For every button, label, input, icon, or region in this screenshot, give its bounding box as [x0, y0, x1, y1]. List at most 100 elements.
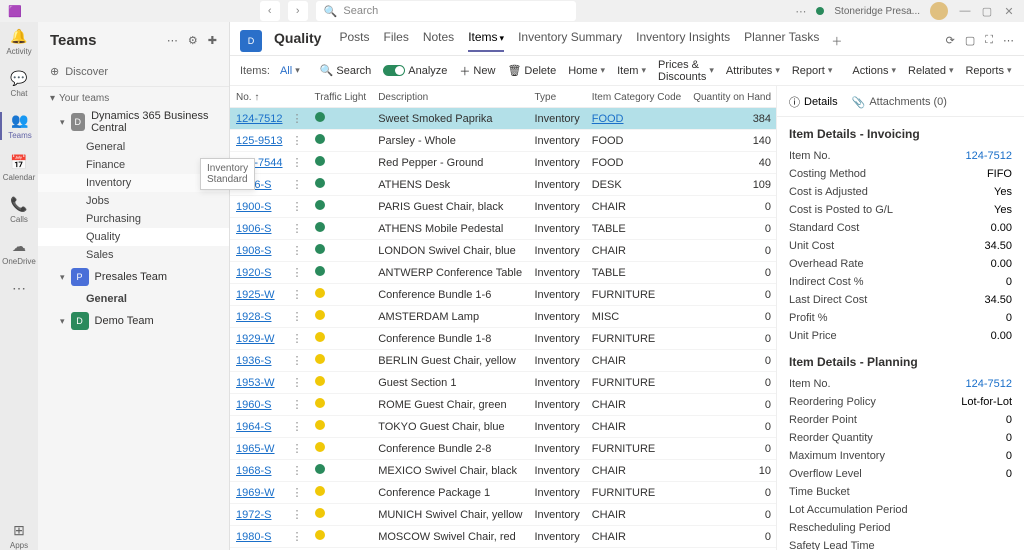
rail-onedrive[interactable]: ☁OneDrive — [2, 238, 36, 266]
table-row[interactable]: 1925-W⋮Conference Bundle 1-6InventoryFUR… — [230, 284, 776, 306]
channel-general[interactable]: General — [38, 290, 229, 308]
item-no-link[interactable]: 1920-S — [230, 262, 289, 284]
report-button[interactable]: Report▾ — [792, 65, 833, 77]
home-button[interactable]: Home▾ — [568, 65, 605, 77]
item-no-link[interactable]: 1908-S — [230, 240, 289, 262]
row-actions-icon[interactable]: ⋮ — [289, 416, 309, 438]
table-row[interactable]: 1964-S⋮TOKYO Guest Chair, blueInventoryC… — [230, 416, 776, 438]
col-header[interactable]: Type — [528, 86, 585, 108]
row-actions-icon[interactable]: ⋮ — [289, 350, 309, 372]
row-actions-icon[interactable]: ⋮ — [289, 108, 309, 130]
popout-icon[interactable]: ▢ — [965, 34, 975, 47]
tab-inventory-insights[interactable]: Inventory Insights — [636, 30, 730, 52]
table-row[interactable]: 1900-S⋮PARIS Guest Chair, blackInventory… — [230, 196, 776, 218]
team-demo-team[interactable]: ▾DDemo Team — [38, 308, 229, 334]
rail-more[interactable]: ⋯ — [12, 280, 26, 297]
item-no-link[interactable]: 1980-S — [230, 526, 289, 548]
table-row[interactable]: 129-7544⋮Red Pepper - GroundInventoryFOO… — [230, 152, 776, 174]
nav-back-button[interactable]: ‹ — [260, 1, 280, 21]
row-actions-icon[interactable]: ⋮ — [289, 504, 309, 526]
rail-calls[interactable]: 📞Calls — [10, 196, 28, 224]
table-row[interactable]: 1969-W⋮Conference Package 1InventoryFURN… — [230, 482, 776, 504]
detail-value[interactable]: 124-7512 — [966, 150, 1013, 162]
rail-calendar[interactable]: 📅Calendar — [3, 154, 35, 182]
table-row[interactable]: 1960-S⋮ROME Guest Chair, greenInventoryC… — [230, 394, 776, 416]
table-row[interactable]: 1908-S⋮LONDON Swivel Chair, blueInventor… — [230, 240, 776, 262]
channel-sales[interactable]: Sales — [38, 246, 229, 264]
discover-button[interactable]: ⊕ Discover — [38, 57, 229, 87]
delete-button[interactable]: 🗑Delete — [507, 64, 556, 77]
rail-teams[interactable]: 👥Teams — [0, 112, 38, 140]
table-row[interactable]: 1929-W⋮Conference Bundle 1-8InventoryFUR… — [230, 328, 776, 350]
item-no-link[interactable]: 1900-S — [230, 196, 289, 218]
item-no-link[interactable]: 1972-S — [230, 504, 289, 526]
detail-value[interactable]: 124-7512 — [966, 378, 1013, 390]
filter-icon[interactable]: ⚙ — [188, 34, 198, 47]
item-no-link[interactable]: 1936-S — [230, 350, 289, 372]
more-icon[interactable]: ⋯ — [795, 5, 806, 18]
row-actions-icon[interactable]: ⋮ — [289, 438, 309, 460]
col-header[interactable] — [289, 86, 309, 108]
new-button[interactable]: ＋New — [459, 63, 495, 79]
team-dynamics-365-business-central[interactable]: ▾DDynamics 365 Business Central — [38, 106, 229, 138]
col-header[interactable]: Description — [372, 86, 528, 108]
tab-posts[interactable]: Posts — [339, 30, 369, 52]
item-no-link[interactable]: 1969-W — [230, 482, 289, 504]
tab-items[interactable]: Items▾ — [468, 30, 504, 52]
channel-general[interactable]: General — [38, 138, 229, 156]
item-no-link[interactable]: 1968-S — [230, 460, 289, 482]
avatar[interactable] — [930, 2, 948, 20]
refresh-icon[interactable]: ⟳ — [946, 34, 955, 47]
new-team-icon[interactable]: ✚ — [208, 34, 217, 47]
item-no-link[interactable]: 1925-W — [230, 284, 289, 306]
item-no-link[interactable]: 1928-S — [230, 306, 289, 328]
search-input[interactable]: 🔍 Search — [316, 1, 576, 21]
item-button[interactable]: Item▾ — [617, 65, 646, 77]
row-actions-icon[interactable]: ⋮ — [289, 262, 309, 284]
row-actions-icon[interactable]: ⋮ — [289, 328, 309, 350]
item-no-link[interactable]: 1964-S — [230, 416, 289, 438]
window-min-button[interactable]: — — [958, 5, 972, 18]
item-no-link[interactable]: 1960-S — [230, 394, 289, 416]
actions-button[interactable]: Actions▾ — [852, 65, 896, 77]
add-tab-button[interactable]: ＋ — [831, 33, 842, 49]
tab-planner-tasks[interactable]: Planner Tasks — [744, 30, 819, 52]
tab-inventory-summary[interactable]: Inventory Summary — [518, 30, 622, 52]
nav-forward-button[interactable]: › — [288, 1, 308, 21]
item-no-link[interactable]: 1929-W — [230, 328, 289, 350]
table-row[interactable]: 1953-W⋮Guest Section 1InventoryFURNITURE… — [230, 372, 776, 394]
rail-apps[interactable]: ⊞Apps — [10, 522, 28, 550]
item-no-link[interactable]: 1953-W — [230, 372, 289, 394]
table-row[interactable]: 1896-S⋮ATHENS DeskInventoryDESK109PCSPur… — [230, 174, 776, 196]
col-header[interactable]: Quantity on Hand — [687, 86, 776, 108]
row-actions-icon[interactable]: ⋮ — [289, 152, 309, 174]
details-tab[interactable]: ⓘDetails — [789, 94, 838, 110]
attributes-button[interactable]: Attributes▾ — [726, 65, 780, 77]
row-actions-icon[interactable]: ⋮ — [289, 482, 309, 504]
row-actions-icon[interactable]: ⋮ — [289, 394, 309, 416]
table-row[interactable]: 1968-S⋮MEXICO Swivel Chair, blackInvento… — [230, 460, 776, 482]
team-presales-team[interactable]: ▾PPresales Team — [38, 264, 229, 290]
window-close-button[interactable]: ✕ — [1002, 5, 1016, 18]
more-icon[interactable]: ⋯ — [1003, 34, 1014, 47]
table-row[interactable]: 1972-S⋮MUNICH Swivel Chair, yellowInvent… — [230, 504, 776, 526]
channel-jobs[interactable]: Jobs — [38, 192, 229, 210]
table-row[interactable]: 1936-S⋮BERLIN Guest Chair, yellowInvento… — [230, 350, 776, 372]
row-actions-icon[interactable]: ⋮ — [289, 306, 309, 328]
attachments-tab[interactable]: 📎Attachments (0) — [852, 94, 947, 110]
table-row[interactable]: 1906-S⋮ATHENS Mobile PedestalInventoryTA… — [230, 218, 776, 240]
col-header[interactable]: Item Category Code — [586, 86, 688, 108]
table-row[interactable]: 1920-S⋮ANTWERP Conference TableInventory… — [230, 262, 776, 284]
table-row[interactable]: 124-7512⋮Sweet Smoked PaprikaInventoryFO… — [230, 108, 776, 130]
row-actions-icon[interactable]: ⋮ — [289, 526, 309, 548]
search-button[interactable]: 🔍Search — [320, 64, 372, 77]
row-actions-icon[interactable]: ⋮ — [289, 284, 309, 306]
row-actions-icon[interactable]: ⋮ — [289, 240, 309, 262]
filter-all[interactable]: All▾ — [280, 65, 300, 77]
items-grid[interactable]: No. ↑Traffic LightDescriptionTypeItem Ca… — [230, 86, 776, 550]
col-header[interactable]: No. ↑ — [230, 86, 289, 108]
item-no-link[interactable]: 124-7512 — [230, 108, 289, 130]
prices-discounts-button[interactable]: Prices & Discounts▾ — [658, 59, 714, 83]
rail-activity[interactable]: 🔔Activity — [6, 28, 31, 56]
rail-chat[interactable]: 💬Chat — [10, 70, 27, 98]
